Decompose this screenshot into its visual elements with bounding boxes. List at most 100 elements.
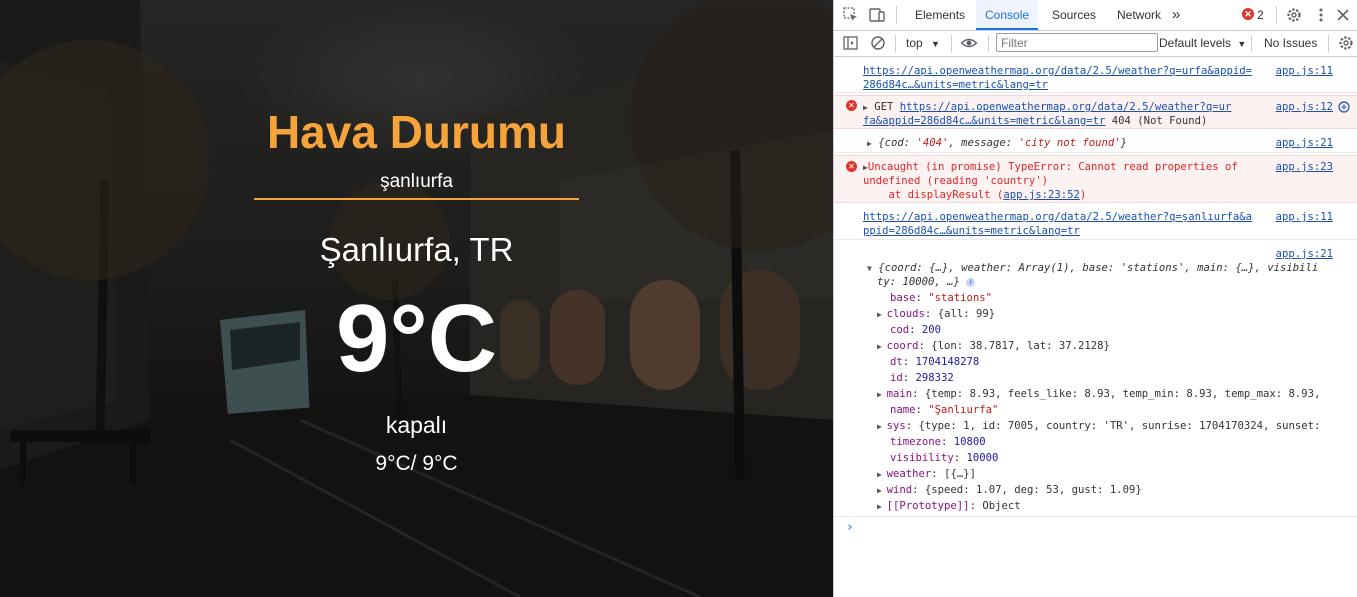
request-url-link[interactable]: https://api.openweathermap.org/data/2.5/… (900, 101, 1232, 113)
property-value: 10000 (966, 452, 999, 464)
object-property-row: dt: 1704148278 (890, 355, 979, 369)
property-key: coord (886, 340, 919, 352)
toolbar-separator (1328, 35, 1329, 52)
tabbar-separator (1276, 6, 1277, 24)
console-prompt-icon[interactable]: › (846, 520, 854, 535)
expand-arrow-icon[interactable]: ▶ (877, 390, 887, 399)
error-count[interactable]: 2 (1257, 0, 1264, 30)
console-filter-input[interactable] (996, 33, 1158, 52)
expand-arrow-icon[interactable]: ▶ (877, 310, 887, 319)
network-request-icon[interactable] (1338, 101, 1350, 113)
expand-arrow-icon[interactable]: ▶ (877, 470, 887, 479)
dropdown-arrow-icon: ▼ (1237, 39, 1247, 49)
object-property-row: timezone: 10800 (890, 435, 986, 449)
object-property-row: visibility: 10000 (890, 451, 998, 465)
property-value: 1704148278 (915, 356, 980, 368)
context-selector[interactable]: top ▼ (906, 31, 940, 56)
toolbar-separator (895, 35, 896, 52)
error-get-line: ▶ GET https://api.openweathermap.org/dat… (863, 100, 1231, 115)
obj-message: 'city not found' (1018, 137, 1121, 149)
property-value: {lon: 38.7817, lat: 37.2128} (931, 340, 1110, 352)
object-property-row[interactable]: ▶ sys: {type: 1, id: 7005, country: 'TR'… (877, 419, 1320, 434)
log-url-link[interactable]: https://api.openweathermap.org/data/2.5/… (863, 64, 1252, 78)
tab-network[interactable]: Network (1108, 0, 1170, 30)
clear-console-icon[interactable] (869, 34, 887, 52)
sidebar-toggle-icon[interactable] (842, 34, 860, 52)
dropdown-arrow-icon: ▼ (931, 39, 940, 49)
property-key: timezone (890, 436, 942, 448)
error-text-line2: undefined (reading 'country') (863, 175, 1048, 187)
log-url-link[interactable]: https://api.openweathermap.org/data/2.5/… (863, 210, 1252, 224)
source-link[interactable]: app.js:11 (1276, 210, 1333, 224)
device-toolbar-icon[interactable] (868, 6, 886, 24)
close-devtools-icon[interactable] (1334, 6, 1352, 24)
object-summary-cont: ty: 10000, …} i (877, 275, 976, 289)
stack-trace-line: at displayResult (app.js:23:52) (863, 188, 1087, 202)
more-tabs-button[interactable]: » (1168, 0, 1184, 30)
property-value: "Şanlıurfa" (928, 404, 999, 416)
object-summary[interactable]: ▼ {coord: {…}, weather: Array(1), base: … (867, 261, 1318, 276)
console-message-log: https://api.openweathermap.org/data/2.5/… (834, 206, 1357, 240)
property-colon: : (912, 388, 925, 400)
settings-gear-icon[interactable] (1285, 6, 1303, 24)
expand-arrow-icon[interactable]: ▶ (877, 486, 887, 495)
property-value: 200 (921, 324, 942, 336)
city-search-input[interactable] (254, 166, 579, 200)
more-options-icon[interactable] (1312, 6, 1330, 24)
obj-text: , message: (948, 137, 1019, 149)
expand-arrow-icon[interactable]: ▶ (877, 422, 887, 431)
source-link[interactable]: app.js:21 (1276, 247, 1333, 261)
property-value: {type: 1, id: 7005, country: 'TR', sunri… (918, 420, 1321, 432)
collapse-arrow-icon[interactable]: ▼ (867, 264, 872, 273)
log-levels-dropdown[interactable]: Default levels ▼ (1159, 31, 1246, 56)
source-link[interactable]: app.js:12 (1276, 100, 1333, 114)
request-url-link-cont[interactable]: fa&appid=286d84c…&units=metric&lang=tr (863, 115, 1105, 127)
expand-arrow-icon[interactable]: ▶ (867, 139, 872, 148)
object-property-row[interactable]: ▶ coord: {lon: 38.7817, lat: 37.2128} (877, 339, 1110, 354)
source-link[interactable]: app.js:23 (1276, 160, 1333, 174)
property-key: name (890, 404, 916, 416)
console-settings-gear-icon[interactable] (1337, 34, 1355, 52)
issues-button[interactable]: No Issues (1264, 31, 1317, 55)
object-property-row[interactable]: ▶ [[Prototype]]: Object (877, 499, 1021, 514)
city-name: Şanlıurfa, TR (319, 231, 514, 268)
property-colon: : (909, 324, 922, 336)
stack-source-link[interactable]: app.js:23:52 (1003, 189, 1080, 201)
console-output: https://api.openweathermap.org/data/2.5/… (834, 57, 1357, 597)
tab-elements[interactable]: Elements (906, 0, 974, 30)
property-value: {speed: 1.07, deg: 53, gust: 1.09} (924, 484, 1142, 496)
property-value: [{…}] (944, 468, 976, 480)
info-icon[interactable]: i (966, 277, 976, 287)
object-property-row: id: 298332 (890, 371, 954, 385)
object-property-row: name: "Şanlıurfa" (890, 403, 998, 417)
console-message-object: ▶ {cod: '404', message: 'city not found'… (834, 131, 1357, 153)
source-link[interactable]: app.js:11 (1276, 64, 1333, 78)
expand-arrow-icon[interactable]: ▶ (863, 103, 868, 112)
status-text: 404 (Not Found) (1105, 115, 1208, 127)
property-key: [[Prototype]] (886, 500, 970, 512)
toolbar-separator (951, 35, 952, 52)
live-expression-eye-icon[interactable] (960, 34, 978, 52)
error-message: Uncaught (in promise) TypeError: Cannot … (867, 161, 1238, 173)
object-property-row[interactable]: ▶ main: {temp: 8.93, feels_like: 8.93, t… (877, 387, 1320, 402)
log-url-link-cont[interactable]: 286d84c…&units=metric&lang=tr (863, 78, 1048, 92)
log-url-link-cont[interactable]: ppid=286d84c…&units=metric&lang=tr (863, 224, 1080, 238)
inspect-element-icon[interactable] (842, 6, 860, 24)
object-property-row[interactable]: ▶ wind: {speed: 1.07, deg: 53, gust: 1.0… (877, 483, 1142, 498)
property-value: {temp: 8.93, feels_like: 8.93, temp_min:… (924, 388, 1321, 400)
error-badge-icon[interactable]: ✕ (1242, 8, 1254, 20)
expand-arrow-icon[interactable]: ▶ (877, 342, 887, 351)
tab-console[interactable]: Console (976, 0, 1039, 30)
devtools-tab-bar: Elements Console Sources Network » ✕ 2 (834, 0, 1357, 31)
temperature: 9°C (335, 285, 498, 392)
property-colon: : (924, 308, 938, 320)
object-property-row[interactable]: ▶ clouds: {all: 99} (877, 307, 995, 322)
expand-arrow-icon[interactable]: ▶ (877, 502, 887, 511)
property-key: dt (890, 356, 903, 368)
tab-sources[interactable]: Sources (1043, 0, 1105, 30)
object-summary[interactable]: ▶ {cod: '404', message: 'city not found'… (867, 136, 1127, 151)
property-key: visibility (890, 452, 954, 464)
source-link[interactable]: app.js:21 (1276, 136, 1333, 150)
property-value: {all: 99} (937, 308, 996, 320)
object-property-row[interactable]: ▶ weather: [{…}] (877, 467, 976, 482)
